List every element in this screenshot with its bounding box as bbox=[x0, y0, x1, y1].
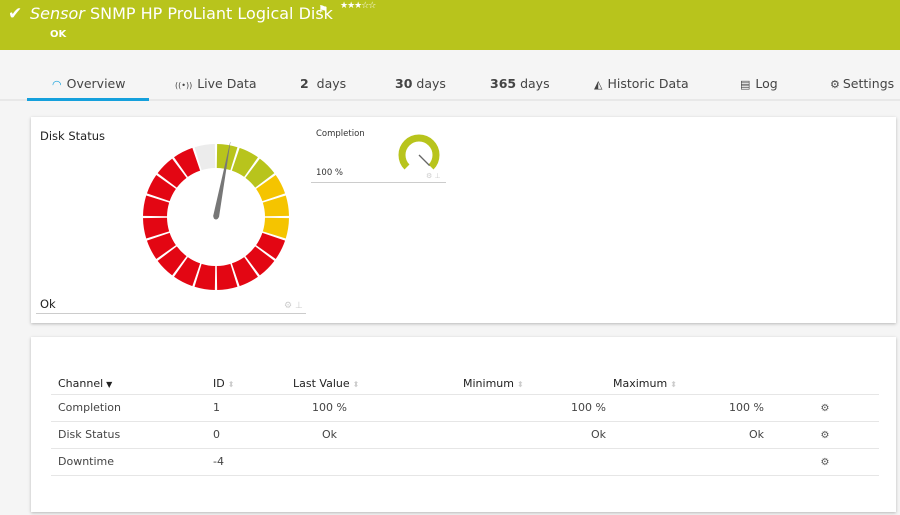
gear-icon[interactable]: ⚙ bbox=[284, 301, 292, 311]
sort-desc-icon: ▼ bbox=[106, 379, 113, 389]
gear-icon: ⚙ bbox=[830, 78, 840, 91]
log-icon: ▤ bbox=[740, 78, 751, 91]
tab-365-days[interactable]: 365 days bbox=[490, 76, 550, 91]
sort-icon: ⬍ bbox=[670, 379, 677, 389]
gauge-needle-hub bbox=[213, 214, 219, 220]
maximum-value bbox=[606, 448, 764, 476]
tab-overview[interactable]: ◠ Overview bbox=[52, 76, 125, 91]
header-label: Maximum bbox=[613, 376, 668, 390]
tab-number: 2 bbox=[300, 76, 309, 91]
maximum-value: Ok bbox=[606, 421, 764, 449]
header-label: Minimum bbox=[463, 376, 514, 390]
channel-id: 0 bbox=[206, 421, 286, 449]
flag-icon[interactable]: ⚑ bbox=[318, 3, 328, 16]
tab-log[interactable]: ▤ Log bbox=[740, 76, 778, 91]
header-label: Channel bbox=[58, 376, 104, 390]
sensor-header: ✔ Sensor SNMP HP ProLiant Logical Disk ⚑… bbox=[0, 0, 900, 50]
tab-bar: ◠ Overview ((•)) Live Data 2 days 30 days … bbox=[0, 60, 900, 101]
disk-status-gauge bbox=[143, 142, 289, 290]
sort-icon: ⬍ bbox=[227, 379, 235, 389]
tab-2-days[interactable]: 2 days bbox=[300, 76, 346, 91]
completion-gauge-needle bbox=[418, 154, 431, 167]
area-chart-icon: ◭ bbox=[594, 78, 603, 91]
tab-label: days bbox=[316, 76, 347, 91]
gauge-icon: ◠ bbox=[52, 78, 62, 91]
tab-label: Live Data bbox=[197, 76, 257, 91]
completion-gauge-arc bbox=[398, 134, 440, 170]
table-header-row: Channel ▼ ID ⬍ Last Value ⬍ Minimum ⬍ Maximu… bbox=[51, 373, 879, 395]
gauge-tools: ⚙ ⊥ bbox=[284, 301, 303, 311]
column-header-minimum[interactable]: Minimum ⬍ bbox=[456, 373, 606, 395]
channel-settings-icon[interactable]: ⚙ bbox=[821, 457, 830, 468]
completion-gauge-title: Completion bbox=[316, 129, 365, 139]
minimum-value bbox=[456, 448, 606, 476]
divider bbox=[311, 182, 446, 183]
disk-status-gauge-title: Disk Status bbox=[40, 129, 106, 143]
live-signal-icon: ((•)) bbox=[175, 81, 193, 90]
table-row[interactable]: Downtime -4 ⚙ bbox=[51, 448, 879, 476]
status-text: OK bbox=[50, 29, 67, 40]
column-header-maximum[interactable]: Maximum ⬍ bbox=[606, 373, 764, 395]
last-value: Ok bbox=[286, 421, 456, 449]
tab-label: days bbox=[520, 76, 550, 91]
column-header-last-value[interactable]: Last Value ⬍ bbox=[286, 373, 456, 395]
channel-settings-icon[interactable]: ⚙ bbox=[821, 403, 830, 414]
sensor-title: Sensor SNMP HP ProLiant Logical Disk bbox=[30, 4, 333, 23]
gauges-panel: Disk Status Ok ⚙ ⊥ Completion 100 % ⚙ ⊥ bbox=[31, 117, 896, 323]
channel-id: -4 bbox=[206, 448, 286, 476]
sort-icon: ⬍ bbox=[516, 379, 524, 389]
channel-name: Completion bbox=[51, 394, 206, 422]
tab-30-days[interactable]: 30 days bbox=[395, 76, 446, 91]
column-header-id[interactable]: ID ⬍ bbox=[206, 373, 286, 395]
divider bbox=[36, 313, 306, 314]
tab-number: 365 bbox=[490, 76, 517, 91]
channel-settings-cell: ⚙ bbox=[764, 448, 879, 476]
completion-gauge-value: 100 % bbox=[316, 168, 344, 178]
sort-icon: ⬍ bbox=[352, 379, 360, 389]
tab-number: 30 bbox=[395, 76, 413, 91]
sensor-name: SNMP HP ProLiant Logical Disk bbox=[89, 4, 333, 23]
active-tab-indicator bbox=[27, 98, 149, 101]
tab-live-data[interactable]: ((•)) Live Data bbox=[175, 76, 257, 91]
column-header-channel[interactable]: Channel ▼ bbox=[51, 373, 206, 395]
column-header-actions bbox=[764, 373, 879, 395]
gauge-tools: ⚙ ⊥ bbox=[426, 172, 441, 180]
disk-status-gauge-value: Ok bbox=[40, 297, 56, 311]
table-row[interactable]: Completion 1 100 % 100 % 100 % ⚙ bbox=[51, 394, 879, 422]
gear-icon[interactable]: ⚙ bbox=[426, 172, 432, 180]
tab-label: Historic Data bbox=[607, 76, 689, 91]
checkmark-icon: ✔ bbox=[8, 4, 23, 24]
channel-settings-cell: ⚙ bbox=[764, 394, 879, 422]
minimum-value: Ok bbox=[456, 421, 606, 449]
channel-settings-cell: ⚙ bbox=[764, 421, 879, 449]
last-value bbox=[286, 448, 456, 476]
tab-settings[interactable]: ⚙ Settings bbox=[830, 76, 894, 91]
header-label: Last Value bbox=[293, 376, 350, 390]
tab-historic-data[interactable]: ◭ Historic Data bbox=[594, 76, 689, 91]
pin-icon[interactable]: ⊥ bbox=[295, 301, 303, 311]
tab-label: Log bbox=[755, 76, 778, 91]
tab-label: days bbox=[416, 76, 446, 91]
last-value: 100 % bbox=[286, 394, 456, 422]
maximum-value: 100 % bbox=[606, 394, 764, 422]
channel-name: Downtime bbox=[51, 448, 206, 476]
pin-icon[interactable]: ⊥ bbox=[435, 172, 441, 180]
channel-name: Disk Status bbox=[51, 421, 206, 449]
channel-id: 1 bbox=[206, 394, 286, 422]
table-row[interactable]: Disk Status 0 Ok Ok Ok ⚙ bbox=[51, 421, 879, 449]
channels-panel: Channel ▼ ID ⬍ Last Value ⬍ Minimum ⬍ Maximu… bbox=[31, 337, 896, 512]
priority-stars[interactable]: ★★★☆☆ bbox=[340, 1, 376, 11]
minimum-value: 100 % bbox=[456, 394, 606, 422]
channel-settings-icon[interactable]: ⚙ bbox=[821, 430, 830, 441]
tab-label: Settings bbox=[842, 76, 895, 91]
channels-table: Channel ▼ ID ⬍ Last Value ⬍ Minimum ⬍ Maximu… bbox=[51, 373, 879, 476]
tab-label: Overview bbox=[66, 76, 126, 91]
header-label: ID bbox=[213, 376, 225, 390]
sensor-type-label: Sensor bbox=[30, 4, 85, 23]
